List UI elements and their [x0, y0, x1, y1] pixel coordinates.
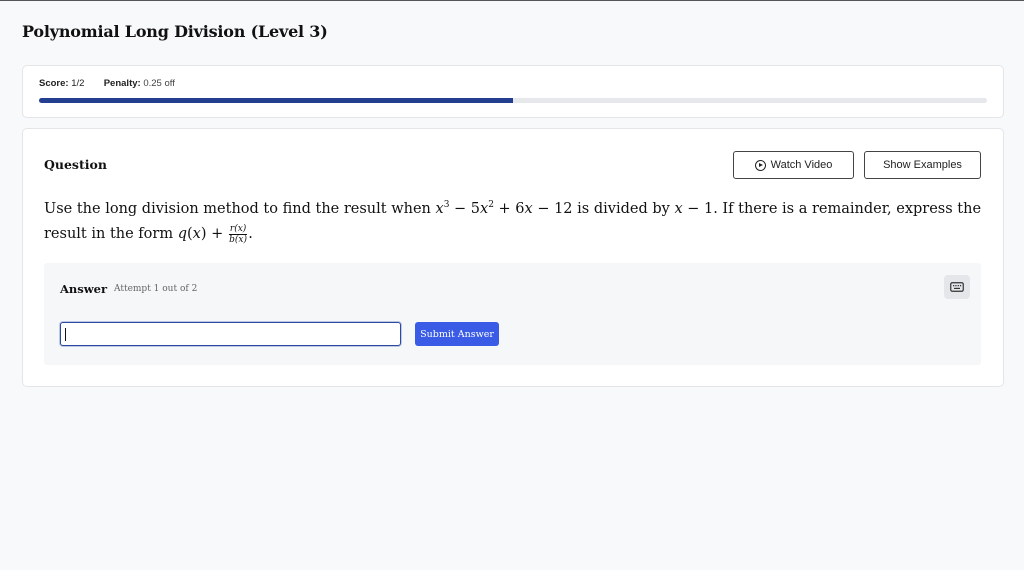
score-label: Score: [39, 78, 69, 89]
divisor-expression: x [674, 201, 683, 217]
score-card: Score: 1/2 Penalty: 0.25 off [22, 65, 1004, 118]
progress-bar [39, 98, 987, 103]
show-examples-label: Show Examples [883, 159, 962, 171]
fraction-denominator: b(x) [229, 234, 248, 245]
submit-answer-label: Submit Answer [420, 328, 494, 340]
text-caret [65, 328, 66, 341]
watch-video-label: Watch Video [770, 159, 833, 171]
answer-panel: Answer Attempt 1 out of 2 Submit Answer [44, 263, 981, 365]
attempt-counter: Attempt 1 out of 2 [114, 284, 198, 294]
score-line: Score: 1/2 Penalty: 0.25 off [39, 78, 175, 89]
submit-answer-button[interactable]: Submit Answer [415, 322, 499, 346]
question-card: Question Watch Video Show Examples Use t… [22, 128, 1004, 387]
penalty-value: 0.25 off [143, 78, 175, 89]
penalty-label: Penalty: [103, 78, 141, 89]
keyboard-icon [950, 282, 964, 292]
score-value: 1/2 [71, 78, 85, 89]
page-title: Polynomial Long Division (Level 3) [22, 22, 328, 41]
play-circle-icon [754, 159, 766, 171]
answer-label: Answer [60, 282, 108, 296]
question-text: Use the long division method to find the… [44, 200, 982, 245]
dividend-expression: x [435, 201, 444, 217]
fraction-numerator: r(x) [228, 223, 248, 235]
remainder-fraction: r(x) b(x) [228, 223, 248, 245]
show-examples-button[interactable]: Show Examples [864, 151, 981, 179]
question-text-part1: Use the long division method to find the… [44, 201, 436, 217]
result-form-expression: q [177, 226, 187, 242]
answer-input[interactable] [60, 322, 401, 346]
question-text-part2: is divided by [572, 201, 675, 217]
keyboard-button[interactable] [944, 275, 970, 299]
progress-fill [39, 98, 513, 103]
watch-video-button[interactable]: Watch Video [733, 151, 854, 179]
question-heading: Question [44, 157, 107, 172]
